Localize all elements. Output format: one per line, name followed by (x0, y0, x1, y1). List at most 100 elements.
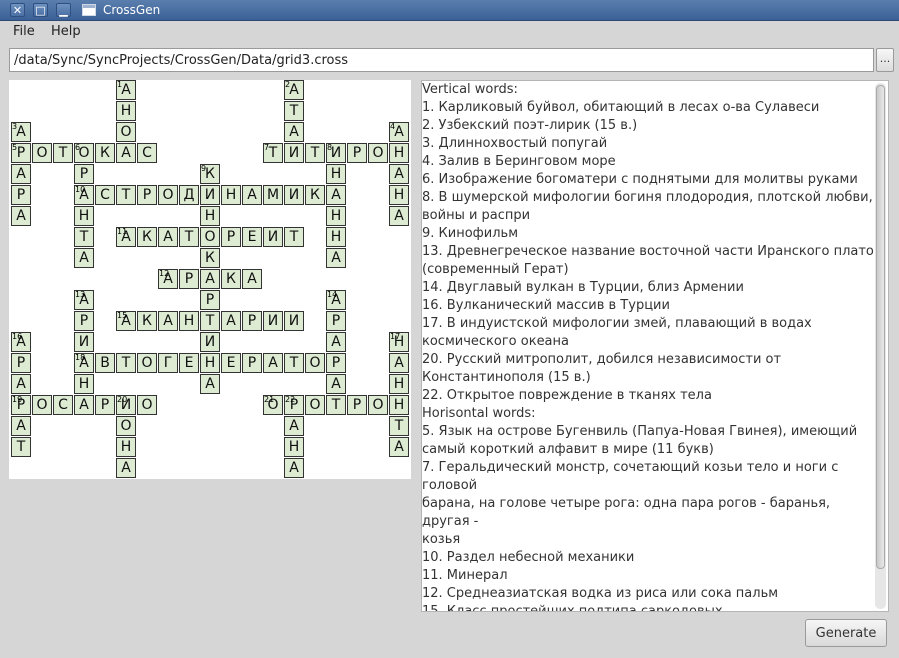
grid-cell: Н (74, 374, 94, 394)
grid-cell: А (11, 374, 31, 394)
clue-line: войны и распри (422, 208, 531, 223)
grid-cell: Е (221, 353, 241, 373)
clue-line: 15. Класс простейших подтипа саркодовых (422, 604, 723, 612)
clue-line: космического океана (422, 334, 569, 349)
grid-cell: Т (389, 416, 409, 436)
grid-cell: С (137, 143, 157, 163)
clue-line: 22. Открытое повреждение в тканях тела (422, 388, 712, 403)
clue-number: 12 (159, 269, 170, 278)
grid-cell: А (242, 185, 262, 205)
crossword-grid: АНОАТАААРААРОТОКАСТИТИРОНАНАРАНТАКНКРИАН… (9, 80, 411, 479)
grid-cell: О (158, 185, 178, 205)
grid-cell: Р (347, 395, 367, 415)
grid-cell: Н (389, 374, 409, 394)
grid-cell: О (116, 416, 136, 436)
grid-cell: А (389, 206, 409, 226)
grid-cell: И (263, 227, 283, 247)
grid-cell: А (326, 374, 346, 394)
grid-cell: Р (74, 311, 94, 331)
clue-line: 14. Двуглавый вулкан в Турции, близ Арме… (422, 280, 744, 295)
menu-file[interactable]: File (13, 24, 35, 39)
maximize-button[interactable]: □ (33, 3, 48, 17)
grid-cell: Т (284, 353, 304, 373)
grid-cell: О (305, 353, 325, 373)
grid-cell: А (284, 122, 304, 142)
grid-cell: К (137, 227, 157, 247)
clue-line: 4. Залив в Беринговом море (422, 154, 616, 169)
grid-cell: Т (11, 437, 31, 457)
clue-number: 4 (390, 122, 396, 131)
grid-cell: А (284, 416, 304, 436)
grid-cell: А (158, 227, 178, 247)
clue-number: 13 (75, 290, 86, 299)
clue-line: 8. В шумерской мифологии богиня плодород… (422, 190, 873, 205)
grid-cell: И (284, 143, 304, 163)
grid-cell: И (74, 332, 94, 352)
clues-scrollbar[interactable] (875, 83, 886, 609)
grid-cell: Н (389, 143, 409, 163)
grid-cell: О (32, 395, 52, 415)
grid-cell: И (263, 311, 283, 331)
clue-number: 16 (12, 332, 23, 341)
grid-cell: Г (158, 353, 178, 373)
clue-number: 9 (201, 164, 207, 173)
grid-cell: Е (179, 353, 199, 373)
grid-cell: Н (326, 206, 346, 226)
generate-button[interactable]: Generate (805, 619, 887, 647)
grid-cell: А (326, 185, 346, 205)
menu-help[interactable]: Help (51, 24, 81, 39)
grid-cell: Р (95, 395, 115, 415)
clue-number: 6 (75, 143, 81, 152)
clue-line: 10. Раздел небесной механики (422, 550, 635, 565)
clue-number: 10 (75, 185, 86, 194)
grid-cell: Н (116, 101, 136, 121)
clues-panel[interactable]: Vertical words: 1. Карликовый буйвол, оби… (421, 80, 889, 612)
grid-cell: К (200, 248, 220, 268)
grid-cell: Н (200, 353, 220, 373)
grid-cell: О (368, 143, 388, 163)
grid-cell: К (221, 269, 241, 289)
clue-line: 9. Кинофильм (422, 226, 519, 241)
clue-number: 11 (117, 227, 128, 236)
grid-cell: И (200, 332, 220, 352)
browse-button[interactable]: ... (876, 48, 894, 72)
grid-cell: Н (221, 185, 241, 205)
grid-cell: Р (137, 185, 157, 205)
clue-number: 20 (117, 395, 128, 404)
grid-cell: О (137, 353, 157, 373)
clue-number: 2 (285, 80, 291, 89)
clue-number: 7 (264, 143, 270, 152)
clues-list: Vertical words: 1. Карликовый буйвол, оби… (422, 81, 874, 612)
grid-cell: Е (242, 227, 262, 247)
minimize-button[interactable]: ▁ (56, 3, 71, 17)
grid-cell: О (116, 122, 136, 142)
grid-cell: Н (326, 227, 346, 247)
clue-number: 5 (12, 143, 18, 152)
grid-cell: А (326, 332, 346, 352)
grid-cell: О (305, 395, 325, 415)
file-path-input[interactable] (9, 48, 874, 72)
grid-cell: Н (200, 206, 220, 226)
grid-cell: А (74, 248, 94, 268)
clue-number: 14 (327, 290, 338, 299)
clue-number: 17 (390, 332, 401, 341)
app-window-icon (82, 4, 96, 16)
grid-cell: И (284, 185, 304, 205)
grid-cell: Н (326, 164, 346, 184)
scrollbar-thumb[interactable] (876, 85, 885, 569)
clue-line: Vertical words: (422, 82, 518, 97)
window-title: CrossGen (103, 3, 161, 17)
grid-cell: Т (116, 353, 136, 373)
grid-cell: А (389, 164, 409, 184)
grid-cell: А (242, 269, 262, 289)
grid-cell: Р (179, 269, 199, 289)
grid-cell: Н (179, 311, 199, 331)
grid-cell: А (158, 311, 178, 331)
clue-line: 1. Карликовый буйвол, обитающий в лесах … (422, 100, 820, 115)
grid-cell: С (53, 395, 73, 415)
grid-cell: Н (116, 437, 136, 457)
close-button[interactable]: ✕ (10, 3, 25, 17)
clue-number: 19 (12, 395, 23, 404)
clue-line: 17. В индуистской мифологии змей, плаваю… (422, 316, 812, 331)
grid-cell: Н (74, 206, 94, 226)
